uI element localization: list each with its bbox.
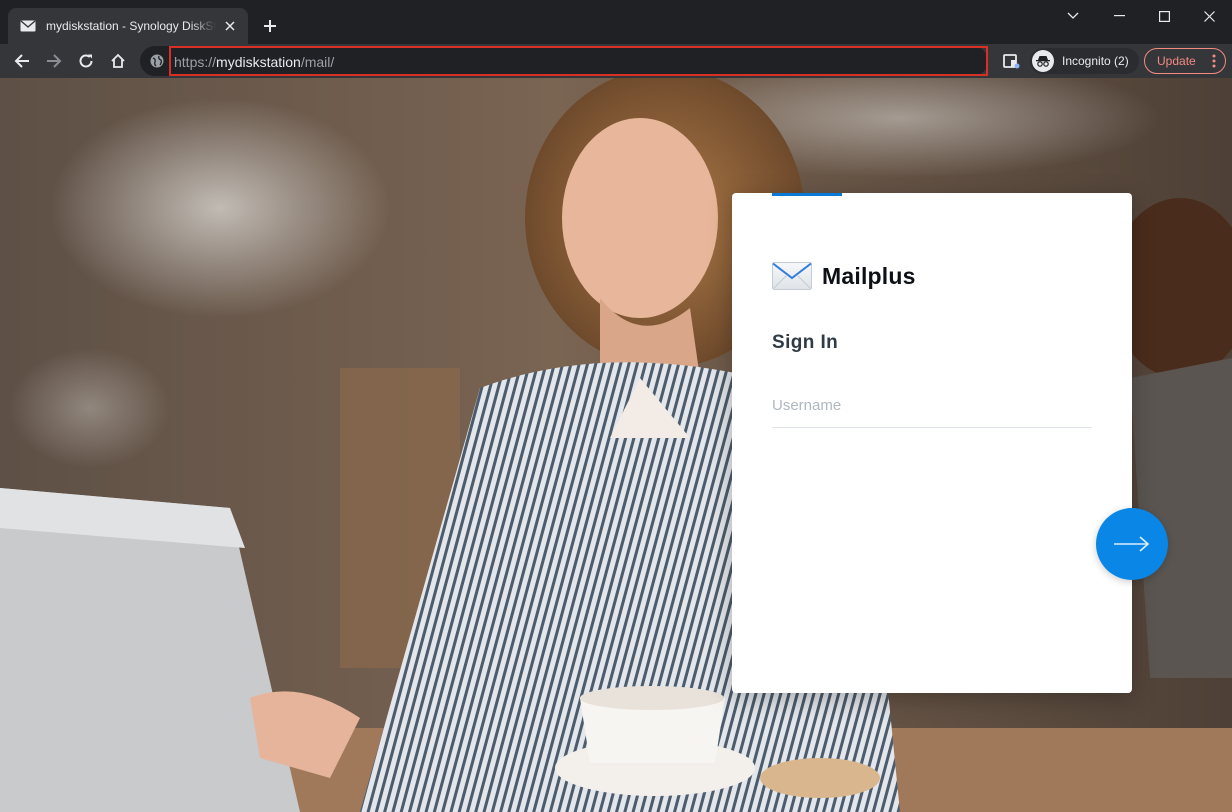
incognito-label: Incognito (2)	[1062, 54, 1129, 68]
arrow-right-icon	[1114, 536, 1150, 552]
brand-name: Mailplus	[822, 262, 916, 289]
brand-header: Mailplus	[772, 258, 916, 294]
chevron-down-icon	[1067, 12, 1079, 19]
page-content: Mailplus Sign In	[0, 78, 1232, 812]
url-scheme: https://	[174, 54, 217, 70]
tab-strip: mydiskstation - Synology DiskStation	[0, 0, 1232, 44]
url-host: mydiskstation	[216, 54, 301, 70]
url-path: /mail/	[300, 54, 335, 70]
incognito-indicator[interactable]: Incognito (2)	[1030, 48, 1139, 74]
next-button[interactable]	[1096, 508, 1168, 580]
username-input[interactable]	[772, 383, 1092, 428]
maximize-button[interactable]	[1141, 0, 1187, 32]
login-card: Mailplus Sign In	[732, 193, 1132, 693]
new-tab-button[interactable]	[258, 14, 282, 38]
back-button[interactable]	[9, 48, 35, 74]
browser-toolbar: https://mydiskstation/mail/ Incognito (2…	[0, 44, 1232, 78]
update-label: Update	[1157, 54, 1196, 68]
minimize-button[interactable]	[1096, 0, 1142, 32]
maximize-icon	[1158, 10, 1170, 22]
arrow-left-icon	[14, 54, 29, 68]
reload-button[interactable]	[73, 48, 99, 74]
incognito-icon	[1032, 50, 1054, 72]
arrow-right-icon	[47, 54, 62, 68]
update-button[interactable]: Update	[1144, 48, 1226, 74]
browser-tab[interactable]: mydiskstation - Synology DiskStation	[8, 8, 248, 44]
tab-search-button[interactable]	[1050, 0, 1096, 32]
card-accent-bar	[772, 193, 842, 196]
globe-icon[interactable]	[150, 54, 164, 68]
sign-in-title: Sign In	[772, 332, 839, 353]
more-vertical-icon	[1212, 54, 1216, 68]
address-bar[interactable]: https://mydiskstation/mail/	[140, 46, 988, 76]
home-icon	[111, 53, 125, 68]
plus-icon	[264, 20, 276, 32]
cast-icon[interactable]	[1002, 52, 1020, 70]
close-window-button[interactable]	[1186, 0, 1232, 32]
home-button[interactable]	[105, 48, 131, 74]
close-icon	[1203, 10, 1215, 22]
mail-icon	[20, 18, 36, 34]
close-tab-icon[interactable]	[222, 18, 238, 34]
minimize-icon	[1113, 15, 1125, 17]
mailplus-logo-icon	[772, 262, 812, 290]
forward-button[interactable]	[41, 48, 67, 74]
tab-title: mydiskstation - Synology DiskStation	[46, 19, 216, 33]
reload-icon	[79, 54, 93, 68]
url-text[interactable]: https://mydiskstation/mail/	[174, 54, 334, 70]
